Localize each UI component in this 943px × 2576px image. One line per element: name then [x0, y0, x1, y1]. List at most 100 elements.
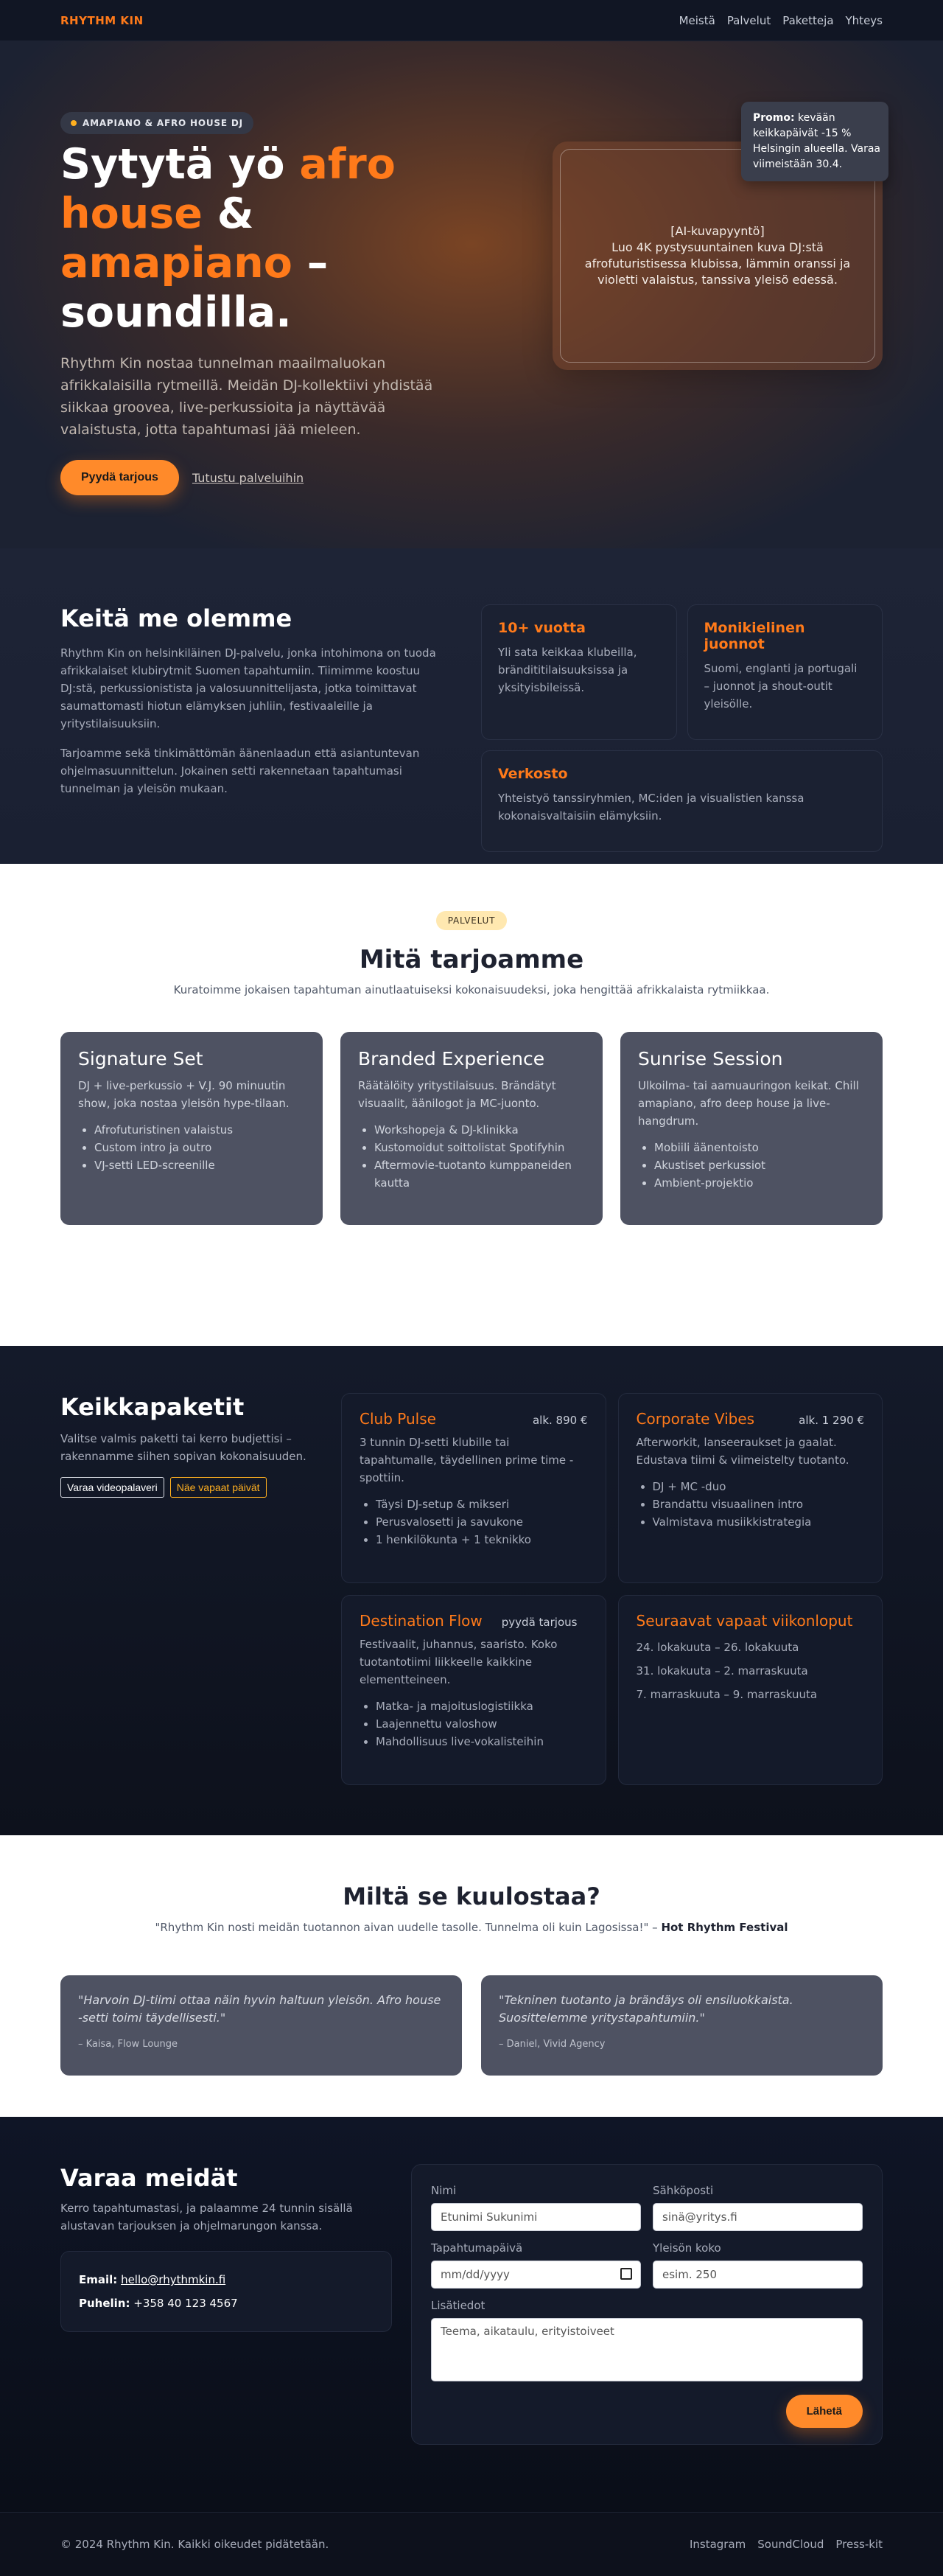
footer-link-instagram[interactable]: Instagram — [690, 2538, 746, 2551]
book-video-call-button[interactable]: Varaa videopalaveri — [60, 1477, 164, 1498]
available-weekends-title: Seuraavat vapaat viikonloput — [636, 1612, 853, 1630]
available-weekend: 7. marraskuuta – 9. marraskuuta — [636, 1688, 818, 1701]
service-title: Branded Experience — [358, 1048, 545, 1069]
testimonial-card: "Tekninen tuotanto ja brändäys oli ensil… — [481, 1975, 883, 2076]
available-weekends-card: Seuraavat vapaat viikonloput 24. lokakuu… — [617, 1595, 883, 1785]
package-price: alk. 1 290 € — [799, 1414, 864, 1427]
service-text: DJ + live-perkussio + V.J. 90 minuutin s… — [78, 1079, 290, 1110]
services-pill: PALVELUT — [435, 911, 508, 930]
badge-dot-icon — [71, 120, 77, 126]
featured-quote: "Rhythm Kin nosti meidän tuotannon aivan… — [60, 1921, 883, 1934]
page: RHYTHM KIN Meistä Palvelut Paketteja Yht… — [0, 0, 943, 2576]
event-date-label: Tapahtumapäivä — [431, 2241, 523, 2255]
hero-lead: Rhythm Kin nostaa tunnelman maailmaluoka… — [60, 355, 433, 438]
service-bullet: Kustomoidut soittolistat Spotifyhin — [374, 1139, 585, 1156]
nav-link-packages[interactable]: Paketteja — [782, 14, 833, 27]
name-input[interactable] — [431, 2203, 641, 2231]
package-card-corporate-vibes: Corporate Vibes alk. 1 290 € Afterworkit… — [617, 1393, 883, 1583]
package-price: pyydä tarjous — [501, 1616, 578, 1629]
promo-text-1: kevään — [794, 112, 835, 124]
hero-title-part: Sytytä yö — [60, 140, 300, 189]
package-text: Afterworkit, lanseeraukset ja gaalat. Ed… — [636, 1436, 849, 1467]
request-quote-button[interactable]: Pyydä tarjous — [60, 460, 179, 495]
package-bullet: Laajennettu valoshow — [376, 1715, 588, 1733]
about-paragraph-2: Tarjoamme sekä tinkimättömän äänenlaadun… — [60, 747, 420, 795]
booking-form: Nimi Sähköposti Tapahtumapäivä — [411, 2164, 883, 2445]
service-title: Sunrise Session — [638, 1048, 783, 1069]
service-text: Räätälöity yritystilaisuus. Brändätyt vi… — [358, 1079, 556, 1110]
submit-button[interactable]: Lähetä — [785, 2395, 863, 2428]
phone-label: Puhelin: — [79, 2297, 130, 2310]
nav-link-contact[interactable]: Yhteys — [846, 14, 883, 27]
details-label: Lisätiedot — [431, 2299, 485, 2312]
service-card-branded: Branded Experience Räätälöity yritystila… — [340, 1032, 603, 1225]
service-bullet: Mobiili äänentoisto — [654, 1139, 865, 1156]
nav-link-services[interactable]: Palvelut — [727, 14, 771, 27]
promo-text-4: viimeistään 30.4. — [753, 158, 843, 170]
package-bullet: Täysi DJ-setup & mikseri — [376, 1495, 588, 1513]
testimonials-section: Miltä se kuulostaa? "Rhythm Kin nosti me… — [0, 1835, 943, 2117]
testimonial-card: "Harvoin DJ-tiimi ottaa näin hyvin haltu… — [60, 1975, 462, 2076]
package-title: Destination Flow — [360, 1612, 483, 1630]
site-footer: © 2024 Rhythm Kin. Kaikki oikeudet pidät… — [0, 2512, 943, 2576]
hero-badge: AMAPIANO & AFRO HOUSE DJ — [60, 112, 253, 134]
service-bullet: Workshopeja & DJ-klinikka — [374, 1121, 585, 1139]
service-bullet: VJ-setti LED-screenille — [94, 1156, 305, 1174]
service-card-signature: Signature Set DJ + live-perkussio + V.J.… — [60, 1032, 323, 1225]
package-bullet: 1 henkilökunta + 1 teknikko — [376, 1531, 588, 1549]
hero-title-part: & — [202, 189, 254, 238]
see-available-dates-button[interactable]: Näe vapaat päivät — [169, 1477, 267, 1498]
contact-title: Varaa meidät — [60, 2164, 238, 2192]
copyright: © 2024 Rhythm Kin. Kaikki oikeudet pidät… — [60, 2538, 329, 2551]
footer-link-press-kit[interactable]: Press-kit — [835, 2538, 883, 2551]
hero-title: Sytytä yö afro house & amapiano – soundi… — [60, 140, 458, 338]
package-bullet: Brandattu visuaalinen intro — [653, 1495, 865, 1513]
about-card-title: Monikielinen juonnot — [704, 620, 805, 652]
package-text: 3 tunnin DJ-setti klubille tai tapahtuma… — [360, 1436, 574, 1484]
image-placeholder-desc: Luo 4K pystysuuntainen kuva DJ:stä afrof… — [584, 240, 851, 287]
packages-text: Valitse valmis paketti tai kerro budjett… — [60, 1432, 306, 1463]
package-bullet: DJ + MC -duo — [653, 1478, 865, 1495]
promo-banner: Promo: kevään keikkapäivät -15 % Helsing… — [741, 102, 888, 181]
email-input[interactable] — [653, 2203, 863, 2231]
phone-number: +358 40 123 4567 — [133, 2297, 238, 2310]
site-header: RHYTHM KIN Meistä Palvelut Paketteja Yht… — [0, 0, 943, 41]
audience-size-label: Yleisön koko — [653, 2241, 721, 2255]
footer-link-soundcloud[interactable]: SoundCloud — [757, 2538, 824, 2551]
about-card-title: 10+ vuotta — [498, 620, 586, 636]
service-bullet: Ambient-projektio — [654, 1174, 865, 1192]
testimonial-text: "Harvoin DJ-tiimi ottaa näin hyvin haltu… — [78, 1993, 441, 2025]
brand-logo[interactable]: RHYTHM KIN — [60, 14, 144, 27]
audience-size-input[interactable] — [653, 2261, 863, 2289]
hero-badge-label: AMAPIANO & AFRO HOUSE DJ — [83, 118, 243, 128]
package-title: Club Pulse — [360, 1410, 436, 1428]
about-card-experience: 10+ vuotta Yli sata keikkaa klubeilla, b… — [481, 604, 677, 740]
nav-link-about[interactable]: Meistä — [679, 14, 715, 27]
event-date-input[interactable] — [431, 2261, 641, 2289]
email-link[interactable]: hello@rhythmkin.fi — [121, 2273, 225, 2286]
calendar-icon[interactable] — [620, 2268, 632, 2280]
contact-section: Varaa meidät Kerro tapahtumastasi, ja pa… — [0, 2117, 943, 2512]
contact-info-box: Email: hello@rhythmkin.fi Puhelin: +358 … — [60, 2251, 392, 2332]
packages-title: Keikkapaketit — [60, 1393, 245, 1421]
service-bullet: Custom intro ja outro — [94, 1139, 305, 1156]
promo-text-3: Helsingin alueella. Varaa — [753, 143, 880, 155]
email-label: Email: — [79, 2273, 118, 2286]
packages-section: Keikkapaketit Valitse valmis paketti tai… — [0, 1346, 943, 1835]
details-textarea[interactable] — [431, 2318, 863, 2381]
service-text: Ulkoilma- tai aamuauringon keikat. Chill… — [638, 1079, 859, 1128]
package-bullet: Mahdollisuus live-vokalisteihin — [376, 1733, 588, 1751]
about-card-network: Verkosto Yhteistyö tanssiryhmien, MC:ide… — [481, 750, 883, 852]
package-price: alk. 890 € — [532, 1414, 588, 1427]
package-bullet: Matka- ja majoituslogistiikka — [376, 1697, 588, 1715]
explore-services-link[interactable]: Tutustu palveluihin — [192, 471, 304, 485]
about-paragraph-1: Rhythm Kin on helsinkiläinen DJ-palvelu,… — [60, 646, 436, 730]
service-bullet: Aftermovie-tuotanto kumppaneiden kautta — [374, 1156, 585, 1192]
email-field-label: Sähköposti — [653, 2184, 714, 2197]
hero-section: Promo: kevään keikkapäivät -15 % Helsing… — [0, 41, 943, 548]
package-card-club-pulse: Club Pulse alk. 890 € 3 tunnin DJ-setti … — [341, 1393, 606, 1583]
about-card-title: Verkosto — [498, 766, 568, 782]
promo-label: Promo: — [753, 112, 795, 124]
about-card-text: Yhteistyö tanssiryhmien, MC:iden ja visu… — [498, 792, 804, 823]
available-weekend: 24. lokakuuta – 26. lokakuuta — [636, 1641, 799, 1654]
